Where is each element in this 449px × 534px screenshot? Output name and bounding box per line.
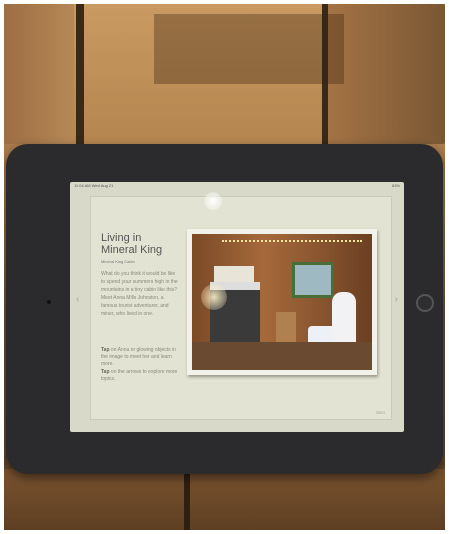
tip-label: Tap (101, 347, 110, 353)
wood-plank-left (4, 4, 79, 144)
photo-credit: Mineral King Cabin (101, 259, 135, 264)
camera-icon (47, 300, 51, 304)
wood-floor (4, 469, 445, 530)
screen-glare (201, 284, 227, 310)
body-text: What do you think it would be like to sp… (101, 271, 178, 317)
photo: 11:04 AM Wed Aug 21 63% Living in Minera… (4, 4, 445, 530)
page-title: Living in Mineral King (101, 232, 162, 256)
next-arrow-button[interactable]: › (395, 294, 398, 305)
cabin-floor (192, 342, 372, 370)
tip-tap-arrows: Tap on the arrows to explore more topics… (101, 369, 181, 383)
battery-level: 63% (391, 183, 400, 188)
tip-label: Tap (101, 369, 110, 375)
status-bar: 11:04 AM Wed Aug 21 63% (70, 182, 404, 189)
screen-glare (204, 192, 222, 210)
prev-arrow-button[interactable]: ‹ (76, 294, 79, 305)
wood-gap (76, 4, 84, 144)
status-time: 11:04 AM Wed Aug 21 (74, 183, 114, 188)
wood-gap (184, 469, 190, 530)
tip-text: on the arrows to explore more topics. (101, 369, 178, 382)
wall-shadow (154, 14, 344, 84)
home-button[interactable] (416, 294, 434, 312)
string-lights (222, 240, 362, 244)
tip-text: on Anna or glowing objects in the image … (101, 347, 176, 367)
title-line: Mineral King (101, 244, 163, 256)
park-logo: SEKI (375, 410, 385, 415)
tip-tap-anna: Tap on Anna or glowing objects in the im… (101, 347, 181, 368)
cabin-window (292, 262, 334, 298)
title-line: Living in (101, 232, 142, 244)
